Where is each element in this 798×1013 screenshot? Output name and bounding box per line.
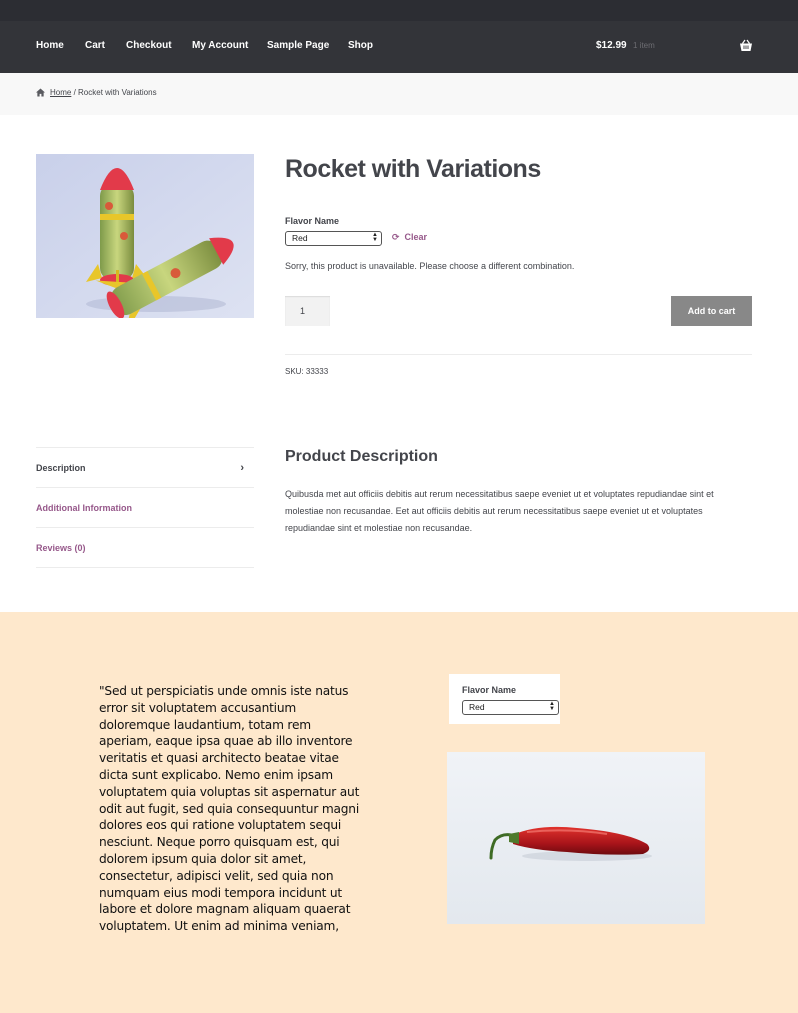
promo-flavor-name-label: Flavor Name [462, 685, 517, 695]
breadcrumb-current: Rocket with Variations [78, 88, 157, 97]
tab-description-label: Description [36, 463, 86, 473]
tab-additional-information[interactable]: Additional Information [36, 488, 254, 528]
clear-label: Clear [404, 232, 428, 242]
select-arrows-icon: ▲ ▼ [372, 232, 378, 243]
tab-reviews-label: Reviews (0) [36, 543, 86, 553]
flavor-name-label: Flavor Name [285, 216, 340, 226]
select-arrows-icon: ▲ ▼ [549, 701, 555, 712]
unavailable-message: Sorry, this product is unavailable. Plea… [285, 261, 575, 271]
breadcrumb-home-link[interactable]: Home [50, 88, 71, 97]
flavor-name-value: Red [292, 233, 308, 243]
breadcrumb-separator: / [71, 88, 79, 97]
product-title: Rocket with Variations [285, 155, 541, 183]
divider [285, 354, 752, 355]
add-to-cart-button[interactable]: Add to cart [671, 296, 752, 326]
tab-additional-information-label: Additional Information [36, 503, 132, 513]
rocket-toy-image[interactable] [36, 154, 254, 318]
cart-total[interactable]: $12.99 [596, 40, 627, 51]
nav-item-sample-page[interactable]: Sample Page [267, 40, 329, 51]
clear-variations-link[interactable]: ⟳ Clear [392, 232, 427, 243]
nav-item-checkout[interactable]: Checkout [126, 40, 172, 51]
nav-item-my-account[interactable]: My Account [192, 40, 248, 51]
quantity-input[interactable]: 1 [285, 296, 330, 326]
nav-item-shop[interactable]: Shop [348, 40, 373, 51]
refresh-icon: ⟳ [392, 232, 400, 242]
sku-value: 33333 [305, 367, 329, 376]
nav-item-home[interactable]: Home [36, 40, 64, 51]
home-icon [36, 88, 45, 97]
primary-navigation: Home Cart Checkout My Account Sample Pag… [0, 21, 798, 73]
tab-reviews[interactable]: Reviews (0) [36, 528, 254, 568]
flavor-name-select[interactable]: Red ▲ ▼ [285, 231, 382, 246]
promo-quote: "Sed ut perspiciatis unde omnis iste nat… [99, 684, 360, 934]
product-tabs: Description › Additional Information Rev… [36, 447, 254, 568]
tab-description[interactable]: Description › [36, 448, 254, 488]
sku-label: SKU: [285, 367, 304, 376]
chevron-right-icon: › [240, 462, 244, 474]
basket-icon[interactable] [739, 39, 753, 52]
red-chili-pepper-image[interactable] [447, 752, 705, 924]
product-sku: SKU: 33333 [285, 367, 328, 376]
promo-flavor-name-value: Red [469, 702, 485, 712]
top-strip [0, 0, 798, 21]
promo-flavor-name-select[interactable]: Red ▲ ▼ [462, 700, 559, 715]
breadcrumb: Home / Rocket with Variations [50, 88, 157, 97]
description-body: Quibusda met aut officiis debitis aut re… [285, 489, 714, 533]
description-heading: Product Description [285, 448, 438, 465]
nav-item-cart[interactable]: Cart [85, 40, 105, 51]
cart-count[interactable]: 1 item [633, 41, 655, 50]
promo-variation-box [449, 674, 560, 724]
